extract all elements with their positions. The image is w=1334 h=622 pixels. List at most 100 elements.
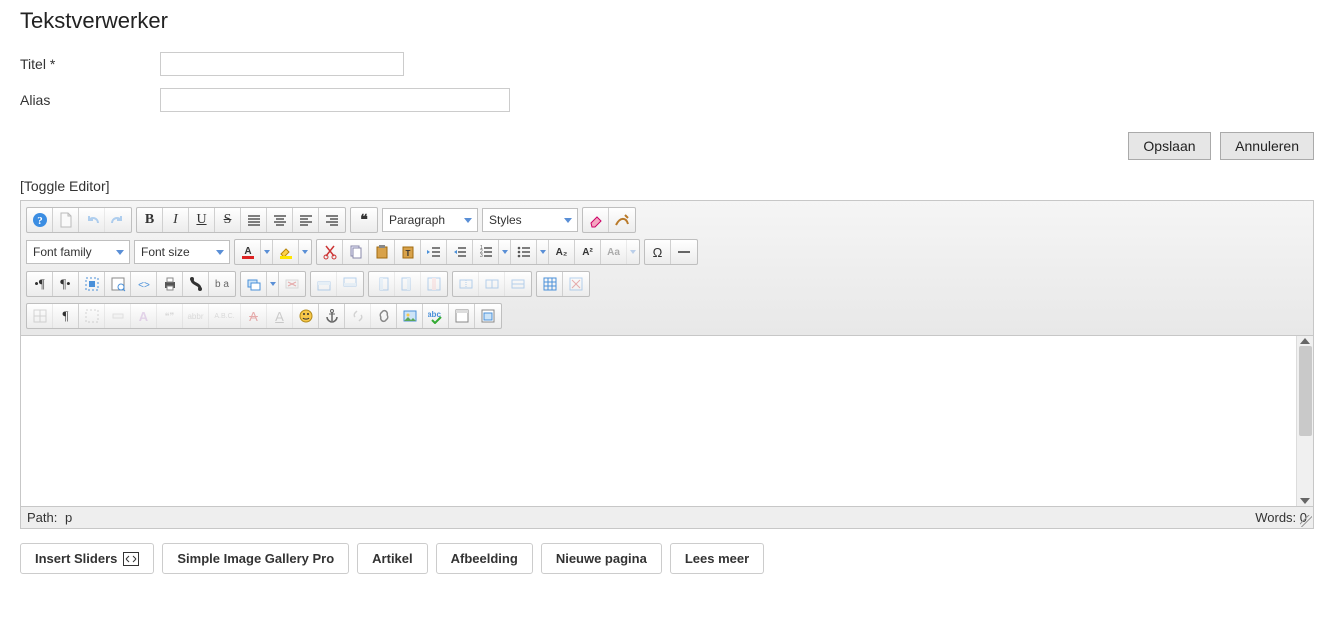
table-row-after-icon[interactable] bbox=[337, 272, 363, 296]
insert-layer-dropdown[interactable] bbox=[267, 272, 279, 296]
cut-icon[interactable] bbox=[317, 240, 343, 264]
emoticon-icon[interactable] bbox=[293, 304, 319, 328]
paste-icon[interactable] bbox=[369, 240, 395, 264]
scrollbar[interactable] bbox=[1296, 336, 1313, 506]
blockquote-icon[interactable]: ❝ bbox=[351, 208, 377, 232]
bullet-list-icon[interactable] bbox=[511, 240, 537, 264]
print-icon[interactable] bbox=[157, 272, 183, 296]
align-center-icon[interactable] bbox=[267, 208, 293, 232]
alias-field-row: Alias bbox=[20, 88, 1314, 112]
strikethrough-icon[interactable]: S bbox=[215, 208, 241, 232]
editor-toolbar: ? B I U S ❝ Paragraph Styles bbox=[21, 201, 1313, 336]
delete-layer-icon[interactable] bbox=[279, 272, 305, 296]
rtl-icon[interactable]: ¶• bbox=[53, 272, 79, 296]
outdent-icon[interactable] bbox=[447, 240, 473, 264]
template-icon[interactable] bbox=[449, 304, 475, 328]
strike-a-icon[interactable]: A bbox=[241, 304, 267, 328]
insert-layer-icon[interactable] bbox=[241, 272, 267, 296]
format-select[interactable]: Paragraph bbox=[382, 208, 478, 232]
fullscreen-icon[interactable] bbox=[79, 272, 105, 296]
resize-grip[interactable] bbox=[1300, 515, 1312, 527]
styles-select[interactable]: Styles bbox=[482, 208, 578, 232]
lees-meer-button[interactable]: Lees meer bbox=[670, 543, 764, 574]
insert-sliders-button[interactable]: Insert Sliders bbox=[20, 543, 154, 574]
delete-table-icon[interactable] bbox=[563, 272, 589, 296]
title-input[interactable] bbox=[160, 52, 404, 76]
table-col-before-icon[interactable] bbox=[369, 272, 395, 296]
special-char-icon[interactable]: Ω bbox=[645, 240, 671, 264]
table-delete-col-icon[interactable] bbox=[421, 272, 447, 296]
text-color-dropdown[interactable] bbox=[261, 240, 273, 264]
split-cells-row-icon[interactable] bbox=[505, 272, 531, 296]
insert-table-icon[interactable] bbox=[537, 272, 563, 296]
cancel-button[interactable]: Annuleren bbox=[1220, 132, 1314, 160]
help-icon[interactable]: ? bbox=[27, 208, 53, 232]
superscript-icon[interactable]: A² bbox=[575, 240, 601, 264]
page-title: Tekstverwerker bbox=[20, 8, 1314, 34]
align-justify-icon[interactable] bbox=[241, 208, 267, 232]
text-color-icon[interactable]: A bbox=[235, 240, 261, 264]
scroll-thumb[interactable] bbox=[1299, 346, 1312, 436]
paste-text-icon[interactable]: T bbox=[395, 240, 421, 264]
split-cells-icon[interactable] bbox=[479, 272, 505, 296]
underline-a-icon[interactable]: A bbox=[267, 304, 293, 328]
scroll-down-icon[interactable] bbox=[1300, 498, 1310, 504]
copy-icon[interactable] bbox=[343, 240, 369, 264]
font-size-select[interactable]: Font size bbox=[134, 240, 230, 264]
pilcrow-icon[interactable]: ¶ bbox=[53, 304, 79, 328]
show-blocks-icon[interactable] bbox=[27, 304, 53, 328]
nieuwe-pagina-button[interactable]: Nieuwe pagina bbox=[541, 543, 662, 574]
change-case-dropdown[interactable] bbox=[627, 240, 639, 264]
underline-icon[interactable]: U bbox=[189, 208, 215, 232]
source-code-icon[interactable]: <> bbox=[131, 272, 157, 296]
anchor-icon[interactable] bbox=[319, 304, 345, 328]
svg-text:<>: <> bbox=[138, 280, 150, 291]
table-col-after-icon[interactable] bbox=[395, 272, 421, 296]
alias-input[interactable] bbox=[160, 88, 510, 112]
change-case-icon[interactable]: Aa bbox=[601, 240, 627, 264]
status-path-value[interactable]: p bbox=[65, 510, 72, 525]
toggle-editor-link[interactable]: [Toggle Editor] bbox=[20, 178, 110, 194]
save-button[interactable]: Opslaan bbox=[1128, 132, 1210, 160]
merge-cells-icon[interactable] bbox=[453, 272, 479, 296]
numbered-list-icon[interactable]: 123 bbox=[473, 240, 499, 264]
bold-icon[interactable]: B bbox=[137, 208, 163, 232]
new-document-icon[interactable] bbox=[53, 208, 79, 232]
simple-image-gallery-button[interactable]: Simple Image Gallery Pro bbox=[162, 543, 349, 574]
acronym-icon[interactable]: A.B.C. bbox=[209, 304, 241, 328]
indent-icon[interactable] bbox=[421, 240, 447, 264]
highlight-color-icon[interactable] bbox=[273, 240, 299, 264]
artikel-button[interactable]: Artikel bbox=[357, 543, 427, 574]
subscript-icon[interactable]: A₂ bbox=[549, 240, 575, 264]
bullet-list-dropdown[interactable] bbox=[537, 240, 549, 264]
text-effects-icon[interactable]: b a bbox=[209, 272, 235, 296]
numbered-list-dropdown[interactable] bbox=[499, 240, 511, 264]
guidelines-icon[interactable] bbox=[79, 304, 105, 328]
spellcheck-icon[interactable]: abc bbox=[423, 304, 449, 328]
horizontal-rule-icon[interactable] bbox=[671, 240, 697, 264]
image-icon[interactable] bbox=[397, 304, 423, 328]
font-family-select[interactable]: Font family bbox=[26, 240, 130, 264]
align-right-icon[interactable] bbox=[319, 208, 345, 232]
preview-icon[interactable] bbox=[105, 272, 131, 296]
italic-icon[interactable]: I bbox=[163, 208, 189, 232]
undo-icon[interactable] bbox=[79, 208, 105, 232]
abbr-icon[interactable]: abbr bbox=[183, 304, 209, 328]
align-left-icon[interactable] bbox=[293, 208, 319, 232]
quotes-icon[interactable]: ❝❞ bbox=[157, 304, 183, 328]
afbeelding-button[interactable]: Afbeelding bbox=[436, 543, 533, 574]
table-row-before-icon[interactable] bbox=[311, 272, 337, 296]
link-icon[interactable] bbox=[371, 304, 397, 328]
ltr-icon[interactable]: •¶ bbox=[27, 272, 53, 296]
redo-icon[interactable] bbox=[105, 208, 131, 232]
unlink-icon[interactable] bbox=[345, 304, 371, 328]
editor-content[interactable] bbox=[21, 336, 1296, 506]
nbsp-icon[interactable] bbox=[105, 304, 131, 328]
clear-format-icon[interactable] bbox=[609, 208, 635, 232]
text-color-a-icon[interactable]: A bbox=[131, 304, 157, 328]
eraser-icon[interactable] bbox=[583, 208, 609, 232]
find-replace-icon[interactable] bbox=[183, 272, 209, 296]
highlight-color-dropdown[interactable] bbox=[299, 240, 311, 264]
iframe-icon[interactable] bbox=[475, 304, 501, 328]
scroll-up-icon[interactable] bbox=[1300, 338, 1310, 344]
